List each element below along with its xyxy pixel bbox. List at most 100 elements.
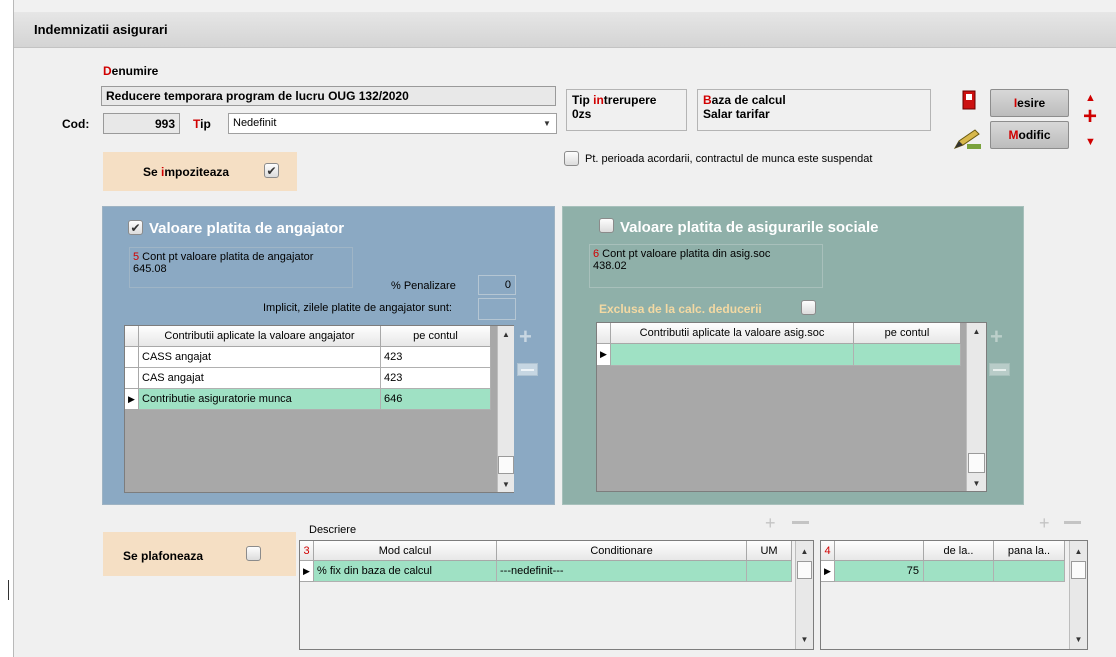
column-header[interactable]: pe contul bbox=[854, 323, 961, 344]
angajator-cont-box: 5 Cont pt valoare platita de angajator 6… bbox=[129, 247, 353, 288]
current-row-icon: ▶ bbox=[300, 561, 314, 582]
table-cell[interactable]: ---nedefinit--- bbox=[497, 561, 747, 582]
table-cell[interactable] bbox=[854, 344, 961, 366]
table-cell[interactable]: CASS angajat bbox=[139, 347, 381, 368]
scroll-up-icon[interactable]: ▲ bbox=[967, 325, 986, 337]
tip-select-value: Nedefinit bbox=[233, 117, 277, 129]
column-header[interactable] bbox=[835, 541, 924, 561]
denumire-label: Denumire bbox=[103, 64, 159, 78]
column-header[interactable]: UM bbox=[747, 541, 792, 561]
scrollbar[interactable]: ▲ ▼ bbox=[795, 541, 813, 649]
asigurari-checkbox[interactable] bbox=[599, 218, 614, 233]
table-cell[interactable]: 75 bbox=[835, 561, 924, 582]
angajator-title: Valoare platita de angajator bbox=[149, 220, 345, 237]
add-row-icon[interactable]: + bbox=[519, 326, 532, 348]
row-indicator bbox=[125, 347, 139, 368]
grid-number: 4 bbox=[821, 541, 835, 561]
exclusa-checkbox[interactable] bbox=[801, 300, 816, 315]
table-cell[interactable] bbox=[611, 344, 854, 366]
penalizare-field[interactable]: 0 bbox=[478, 275, 516, 295]
scroll-down-icon[interactable]: ▼ bbox=[1070, 633, 1087, 645]
impozitare-label: Se impoziteaza bbox=[143, 165, 230, 179]
add-row-icon[interactable]: + bbox=[1039, 514, 1050, 532]
table-cell[interactable] bbox=[747, 561, 792, 582]
asigurari-cont-box: 6 Cont pt valoare platita din asig.soc 4… bbox=[589, 244, 823, 288]
denumire-field[interactable]: Reducere temporara program de lucru OUG … bbox=[101, 86, 556, 106]
implicit-field[interactable] bbox=[478, 298, 516, 320]
scrollbar[interactable]: ▲ ▼ bbox=[1069, 541, 1087, 649]
tip-label: Tip bbox=[193, 117, 211, 131]
table-cell[interactable]: CAS angajat bbox=[139, 368, 381, 389]
column-header[interactable]: Contributii aplicate la valoare asig.soc bbox=[611, 323, 854, 344]
suspendat-checkbox[interactable] bbox=[564, 151, 579, 166]
scroll-thumb[interactable] bbox=[797, 561, 812, 579]
column-header[interactable]: pe contul bbox=[381, 326, 491, 347]
asigurari-cont-label: 6 Cont pt valoare platita din asig.soc bbox=[593, 248, 771, 260]
column-header[interactable]: Mod calcul bbox=[314, 541, 497, 561]
modific-button[interactable]: Modific bbox=[990, 121, 1069, 149]
add-icon[interactable]: + bbox=[1083, 105, 1097, 129]
table-cell[interactable]: Contributie asiguratorie munca bbox=[139, 389, 381, 410]
grid-corner bbox=[125, 326, 139, 347]
table-cell[interactable] bbox=[924, 561, 994, 582]
row-indicator bbox=[125, 368, 139, 389]
mod-calcul-grid: 3 Mod calcul Conditionare UM ▶ % fix din… bbox=[299, 540, 814, 650]
scroll-thumb[interactable] bbox=[1071, 561, 1086, 579]
remove-row-icon[interactable] bbox=[989, 363, 1010, 376]
column-header[interactable]: Contributii aplicate la valoare angajato… bbox=[139, 326, 381, 347]
current-row-icon: ▶ bbox=[597, 344, 611, 366]
cod-label: Cod: bbox=[62, 117, 90, 131]
table-cell[interactable]: 646 bbox=[381, 389, 491, 410]
scroll-up-icon[interactable]: ▲ bbox=[1070, 545, 1087, 557]
suspendat-label: Pt. perioada acordarii, contractul de mu… bbox=[585, 153, 873, 165]
scroll-up-icon[interactable]: ▲ bbox=[498, 328, 514, 340]
table-cell[interactable]: % fix din baza de calcul bbox=[314, 561, 497, 582]
asigurari-title: Valoare platita de asigurarile sociale bbox=[620, 219, 879, 236]
column-header[interactable]: pana la.. bbox=[994, 541, 1065, 561]
plafonare-label: Se plafoneaza bbox=[123, 549, 204, 563]
angajator-checkbox[interactable]: ✔ bbox=[128, 220, 143, 235]
grid-number: 3 bbox=[300, 541, 314, 561]
table-cell[interactable]: 423 bbox=[381, 347, 491, 368]
column-header[interactable]: de la.. bbox=[924, 541, 994, 561]
scroll-thumb[interactable] bbox=[498, 456, 514, 474]
pencil-edit-icon bbox=[953, 129, 981, 149]
remove-row-icon[interactable] bbox=[792, 521, 809, 524]
remove-row-icon[interactable] bbox=[517, 363, 538, 376]
scroll-down-icon[interactable]: ▼ bbox=[967, 477, 986, 489]
penalizare-label: % Penalizare bbox=[391, 280, 456, 292]
scroll-down-icon[interactable]: ▼ bbox=[796, 633, 813, 645]
remove-row-icon[interactable] bbox=[1064, 521, 1081, 524]
scroll-thumb[interactable] bbox=[968, 453, 985, 473]
add-row-icon[interactable]: + bbox=[765, 514, 776, 532]
table-cell[interactable] bbox=[994, 561, 1065, 582]
implicit-label: Implicit, zilele platite de angajator su… bbox=[263, 302, 452, 314]
interval-grid: 4 de la.. pana la.. ▶ 75 ▲ ▼ bbox=[820, 540, 1088, 650]
asigurari-cont-value: 438.02 bbox=[593, 260, 627, 272]
cod-field[interactable]: 993 bbox=[103, 113, 180, 134]
iesire-button[interactable]: Iesire bbox=[990, 89, 1069, 117]
scroll-down-icon[interactable]: ▼ bbox=[498, 478, 514, 490]
left-edge bbox=[0, 0, 14, 657]
title-bar bbox=[14, 12, 1116, 48]
baza-calcul-box: Baza de calcul Salar tarifar bbox=[697, 89, 931, 131]
chevron-down-icon[interactable]: ▼ bbox=[539, 115, 555, 132]
angajator-grid: Contributii aplicate la valoare angajato… bbox=[124, 325, 514, 493]
scrollbar[interactable]: ▲ ▼ bbox=[966, 323, 986, 491]
grid-corner bbox=[597, 323, 611, 344]
impozitare-checkbox[interactable]: ✔ bbox=[264, 163, 279, 178]
tip-select[interactable]: Nedefinit ▼ bbox=[228, 113, 557, 134]
current-row-icon: ▶ bbox=[821, 561, 835, 582]
tip-intrerupere-value: 0zs bbox=[572, 107, 592, 121]
plafonare-checkbox[interactable] bbox=[246, 546, 261, 561]
current-row-icon: ▶ bbox=[125, 389, 139, 410]
column-header[interactable]: Conditionare bbox=[497, 541, 747, 561]
asigurari-grid: Contributii aplicate la valoare asig.soc… bbox=[596, 322, 987, 492]
scrollbar[interactable]: ▲ ▼ bbox=[497, 326, 514, 492]
add-row-icon[interactable]: + bbox=[990, 326, 1003, 348]
descriere-label: Descriere bbox=[309, 524, 357, 536]
down-arrow-icon[interactable]: ▼ bbox=[1085, 136, 1096, 148]
tip-intrerupere-label: Tip intrerupere bbox=[572, 93, 657, 107]
scroll-up-icon[interactable]: ▲ bbox=[796, 545, 813, 557]
table-cell[interactable]: 423 bbox=[381, 368, 491, 389]
